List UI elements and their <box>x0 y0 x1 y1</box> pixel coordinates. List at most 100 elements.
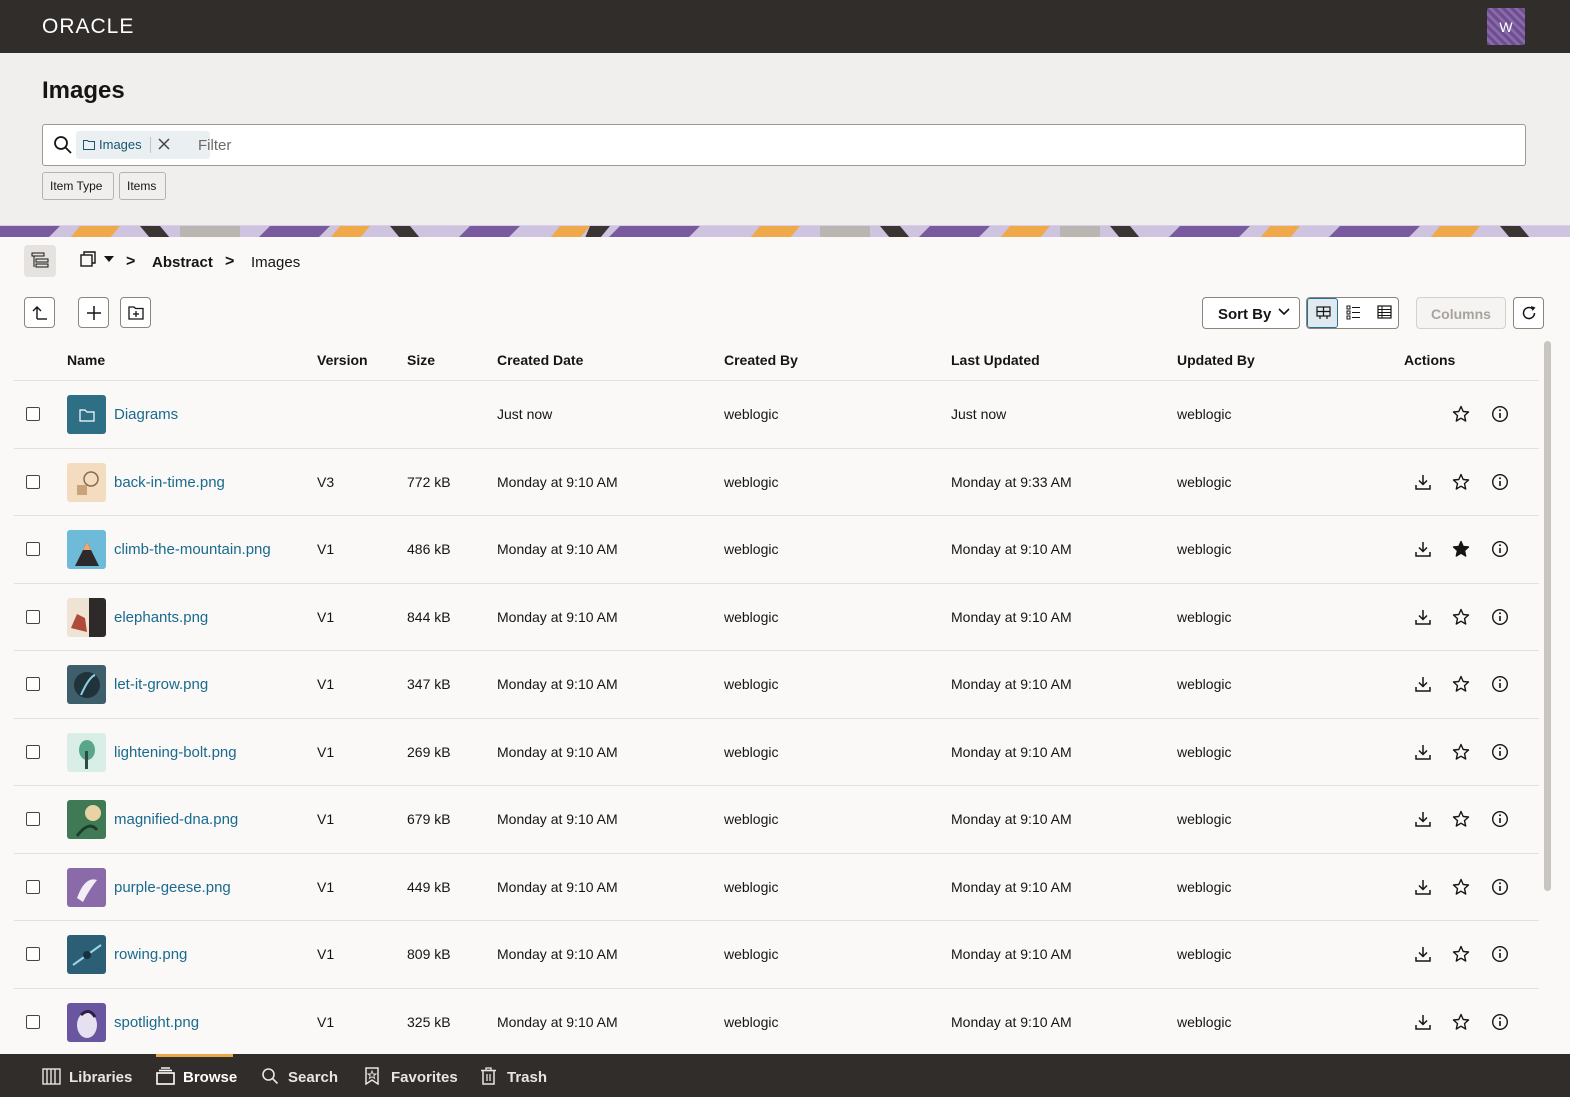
row-checkbox[interactable] <box>26 1014 40 1029</box>
row-checkbox[interactable] <box>26 677 40 691</box>
download-icon[interactable] <box>1414 540 1432 558</box>
info-icon[interactable] <box>1491 473 1509 491</box>
download-icon[interactable] <box>1414 743 1432 761</box>
add-button[interactable] <box>78 297 109 328</box>
column-header-name[interactable]: Name <box>67 352 105 368</box>
item-name-link[interactable]: spotlight.png <box>114 1014 199 1031</box>
row-checkbox[interactable] <box>26 542 40 556</box>
info-icon[interactable] <box>1491 675 1509 693</box>
item-name-link[interactable]: lightening-bolt.png <box>114 744 237 761</box>
search-bar[interactable]: Images <box>42 124 1526 166</box>
table-row[interactable]: spotlight.png V1 325 kB Monday at 9:10 AM we… <box>14 989 1539 1056</box>
download-icon[interactable] <box>1414 1013 1432 1031</box>
sort-by-button[interactable]: Sort By <box>1202 297 1300 329</box>
column-header-created-date[interactable]: Created Date <box>497 352 583 368</box>
nav-favorites[interactable]: Favorites <box>364 1054 458 1097</box>
column-header-last-updated[interactable]: Last Updated <box>951 352 1040 368</box>
refresh-button[interactable] <box>1513 297 1544 329</box>
breadcrumb-abstract[interactable]: Abstract <box>152 254 213 271</box>
info-icon[interactable] <box>1491 405 1509 423</box>
library-icon[interactable] <box>80 251 98 267</box>
star-icon[interactable] <box>1452 473 1470 491</box>
row-checkbox[interactable] <box>26 947 40 961</box>
download-icon[interactable] <box>1414 675 1432 693</box>
items-filter[interactable]: Items <box>119 172 166 200</box>
item-name-link[interactable]: purple-geese.png <box>114 879 231 896</box>
row-checkbox[interactable] <box>26 474 40 489</box>
filter-chip-images[interactable]: Images <box>76 131 210 159</box>
table-row[interactable]: Diagrams Just now weblogic Just now weblogic <box>14 381 1539 449</box>
column-header-updated-by[interactable]: Updated By <box>1177 352 1255 368</box>
download-icon[interactable] <box>1414 473 1432 491</box>
item-name-link[interactable]: let-it-grow.png <box>114 676 208 693</box>
image-thumbnail[interactable] <box>67 800 106 839</box>
info-icon[interactable] <box>1491 878 1509 896</box>
download-icon[interactable] <box>1414 945 1432 963</box>
grid-view-button[interactable] <box>1307 298 1338 328</box>
item-name-link[interactable]: elephants.png <box>114 609 208 626</box>
item-type-filter[interactable]: Item Type <box>42 172 114 200</box>
column-header-version[interactable]: Version <box>317 352 368 368</box>
row-checkbox[interactable] <box>26 609 40 624</box>
image-thumbnail[interactable] <box>67 665 106 704</box>
star-filled-icon[interactable] <box>1452 540 1470 558</box>
star-icon[interactable] <box>1452 945 1470 963</box>
nav-browse[interactable]: Browse <box>156 1054 237 1097</box>
table-row[interactable]: back-in-time.png V3 772 kB Monday at 9:10 A… <box>14 449 1539 516</box>
download-icon[interactable] <box>1414 878 1432 896</box>
new-folder-button[interactable] <box>120 297 151 328</box>
info-icon[interactable] <box>1491 540 1509 558</box>
info-icon[interactable] <box>1491 1013 1509 1031</box>
star-icon[interactable] <box>1452 878 1470 896</box>
filter-input[interactable] <box>198 133 1498 157</box>
item-name-link[interactable]: magnified-dna.png <box>114 811 238 828</box>
table-row[interactable]: purple-geese.png V1 449 kB Monday at 9:10 A… <box>14 854 1539 921</box>
remove-chip-icon[interactable] <box>156 136 172 152</box>
star-icon[interactable] <box>1452 1013 1470 1031</box>
row-checkbox[interactable] <box>26 812 40 826</box>
vertical-scrollbar[interactable] <box>1544 341 1551 891</box>
image-thumbnail[interactable] <box>67 597 106 637</box>
table-row[interactable]: magnified-dna.png V1 679 kB Monday at 9:10 … <box>14 786 1539 854</box>
nav-search[interactable]: Search <box>261 1054 341 1097</box>
item-name-link[interactable]: rowing.png <box>114 946 187 963</box>
item-name-link[interactable]: climb-the-mountain.png <box>114 541 271 558</box>
info-icon[interactable] <box>1491 608 1509 626</box>
download-icon[interactable] <box>1414 810 1432 828</box>
item-name-link[interactable]: back-in-time.png <box>114 474 225 491</box>
image-thumbnail[interactable] <box>67 935 106 974</box>
table-row[interactable]: elephants.png V1 844 kB Monday at 9:10 AM we… <box>14 584 1539 651</box>
star-icon[interactable] <box>1452 743 1470 761</box>
row-checkbox[interactable] <box>26 407 40 421</box>
star-icon[interactable] <box>1452 405 1470 423</box>
info-icon[interactable] <box>1491 945 1509 963</box>
go-up-button[interactable] <box>24 297 55 328</box>
image-thumbnail[interactable] <box>67 1002 106 1042</box>
info-icon[interactable] <box>1491 810 1509 828</box>
nav-trash[interactable]: Trash <box>480 1054 550 1097</box>
folder-thumbnail-icon[interactable] <box>67 395 106 434</box>
row-checkbox[interactable] <box>26 744 40 759</box>
info-icon[interactable] <box>1491 743 1509 761</box>
list-view-button[interactable] <box>1338 298 1369 328</box>
table-row[interactable]: lightening-bolt.png V1 269 kB Monday at 9:1… <box>14 719 1539 786</box>
column-header-created-by[interactable]: Created By <box>724 352 798 368</box>
column-header-size[interactable]: Size <box>407 352 435 368</box>
columns-button[interactable]: Columns <box>1416 297 1506 329</box>
image-thumbnail[interactable] <box>67 732 106 772</box>
star-icon[interactable] <box>1452 810 1470 828</box>
image-thumbnail[interactable] <box>67 462 106 502</box>
tree-toggle-button[interactable] <box>24 245 56 277</box>
download-icon[interactable] <box>1414 608 1432 626</box>
image-thumbnail[interactable] <box>67 867 106 907</box>
nav-libraries[interactable]: Libraries <box>42 1054 132 1097</box>
user-avatar[interactable]: W <box>1487 8 1525 45</box>
table-row[interactable]: climb-the-mountain.png V1 486 kB Monday at … <box>14 516 1539 584</box>
row-checkbox[interactable] <box>26 879 40 894</box>
table-view-button[interactable] <box>1369 298 1398 328</box>
table-row[interactable]: let-it-grow.png V1 347 kB Monday at 9:10 AM… <box>14 651 1539 719</box>
star-icon[interactable] <box>1452 675 1470 693</box>
item-name-link[interactable]: Diagrams <box>114 406 178 423</box>
table-row[interactable]: rowing.png V1 809 kB Monday at 9:10 AM weblo… <box>14 921 1539 989</box>
chevron-down-icon[interactable] <box>104 256 114 262</box>
